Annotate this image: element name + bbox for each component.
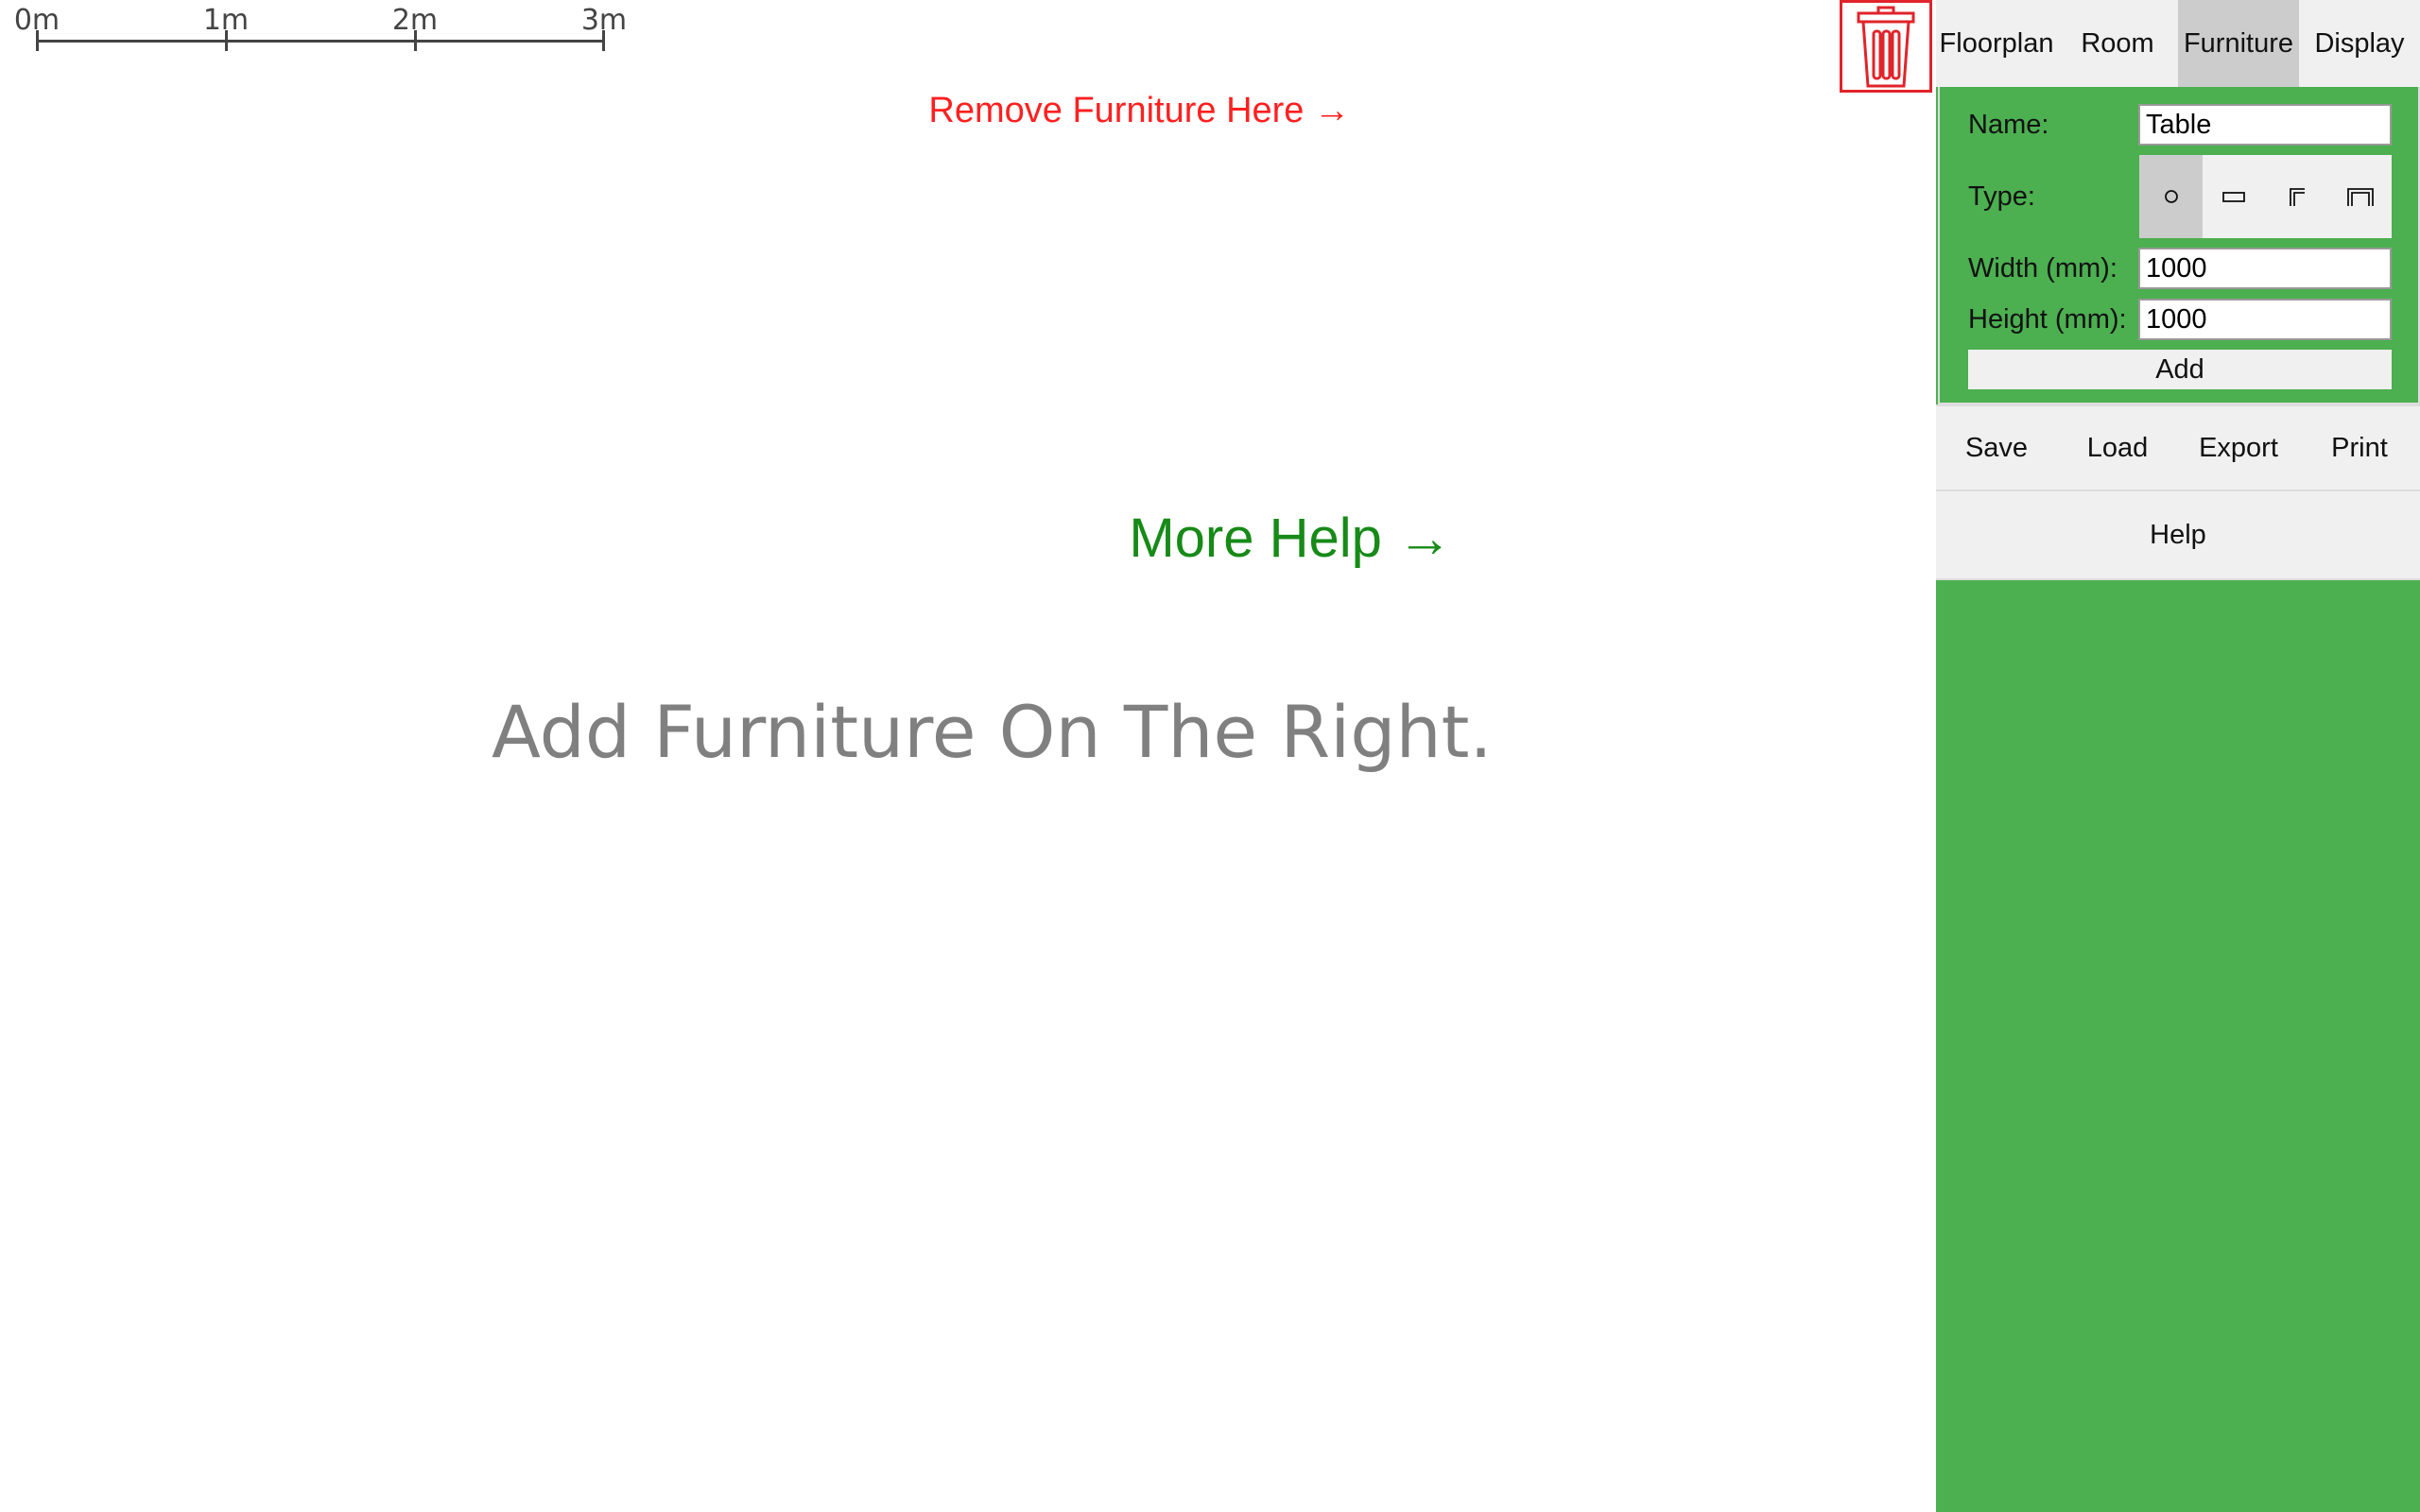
panel-tabs: Floorplan Room Furniture Display — [1936, 0, 2420, 87]
file-actions: Save Load Export Print — [1936, 404, 2420, 491]
scale-tick — [225, 30, 228, 51]
rectangle-icon — [2222, 192, 2246, 202]
type-rectangle-button[interactable] — [2203, 155, 2266, 238]
help-button[interactable]: Help — [1936, 491, 2420, 580]
circle-icon — [2164, 190, 2178, 203]
scale-line — [37, 40, 604, 43]
name-input[interactable] — [2138, 104, 2392, 146]
corner-icon — [2290, 188, 2305, 206]
trash-icon — [1857, 6, 1915, 88]
empty-canvas-message: Add Furniture On The Right. — [492, 690, 1493, 774]
tab-display[interactable]: Display — [2299, 0, 2420, 87]
export-button[interactable]: Export — [2178, 406, 2299, 490]
add-furniture-button[interactable]: Add — [1968, 350, 2392, 389]
type-label: Type: — [1968, 180, 2035, 212]
height-label: Height (mm): — [1968, 303, 2127, 335]
scale-bar: 0m 1m 2m 3m — [0, 0, 662, 66]
more-help-link[interactable]: More Help → — [1129, 507, 1452, 570]
side-panel: Floorplan Room Furniture Display Name: T… — [1936, 0, 2420, 1512]
u-shape-icon — [2346, 188, 2374, 206]
floorplan-canvas[interactable]: 0m 1m 2m 3m Remove Furniture Here → More… — [0, 0, 1936, 1512]
type-u-shape-button[interactable] — [2328, 155, 2392, 238]
type-corner-button[interactable] — [2266, 155, 2329, 238]
type-round-button[interactable] — [2139, 155, 2203, 238]
tab-furniture[interactable]: Furniture — [2178, 0, 2299, 87]
type-selector — [2139, 155, 2392, 238]
furniture-form: Name: Type: — [1938, 87, 2420, 404]
save-button[interactable]: Save — [1936, 406, 2057, 490]
print-button[interactable]: Print — [2299, 406, 2420, 490]
width-label: Width (mm): — [1968, 252, 2118, 284]
scale-tick — [36, 30, 39, 51]
remove-furniture-hint: Remove Furniture Here → — [928, 91, 1350, 130]
scale-tick — [414, 30, 417, 51]
name-label: Name: — [1968, 109, 2049, 140]
scale-tick — [602, 30, 605, 51]
load-button[interactable]: Load — [2057, 406, 2178, 490]
width-input[interactable] — [2138, 248, 2392, 289]
tab-floorplan[interactable]: Floorplan — [1936, 0, 2057, 87]
tab-room[interactable]: Room — [2057, 0, 2178, 87]
trash-drop-zone[interactable] — [1840, 0, 1932, 93]
height-input[interactable] — [2138, 299, 2392, 340]
